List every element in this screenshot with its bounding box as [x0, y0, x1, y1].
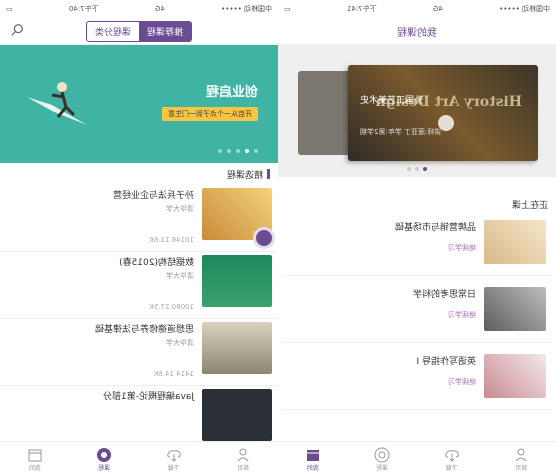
course-item[interactable]: 孙子兵法与企业经营 清华大学 10146 11.6K — [0, 185, 278, 252]
page-title: 我的课程 — [397, 27, 437, 39]
course-name: 品牌营销与市场基础 — [394, 223, 476, 233]
banner-pager — [218, 149, 258, 153]
tab-courses[interactable]: 课程 — [70, 442, 140, 476]
carrier: 中国移动 ••••• — [221, 5, 272, 13]
tab-categories[interactable]: 课程分类 — [87, 22, 139, 41]
featured-course-card[interactable]: History Art Design 外国工艺美术史 讲师:唐亚丁 学年:第2学… — [348, 65, 538, 161]
course-org: 清华大学 — [166, 339, 194, 347]
section-title: 精选课程 — [226, 170, 263, 181]
continue-link[interactable]: 继续学习 — [288, 377, 476, 387]
view-count: 14.6K — [153, 370, 174, 378]
runner-illustration — [27, 82, 87, 125]
book-title-cn: 外国工艺美术史 — [360, 96, 424, 106]
calendar-icon — [28, 449, 42, 461]
download-icon — [167, 449, 181, 462]
banner-title: 创业启程 — [205, 85, 258, 100]
course-name: 思想道德修养与法律基础 — [94, 325, 194, 335]
course-thumbnail — [202, 389, 272, 441]
time: 下午7:40 — [68, 5, 99, 13]
continue-link[interactable]: 继续学习 — [288, 243, 476, 253]
time: 下午7:41 — [346, 5, 377, 13]
course-thumbnail — [484, 354, 546, 398]
home-icon — [515, 448, 527, 461]
view-count: 11.6K — [149, 236, 170, 244]
tab-label: 我的 — [306, 464, 319, 472]
course-thumbnail — [484, 220, 546, 264]
continue-link[interactable]: 继续学习 — [288, 310, 476, 320]
bottom-tab-bar: 首页 下载 课程 我的 — [278, 441, 556, 476]
tab-label: 下载 — [445, 464, 458, 472]
course-name: Java编程概论-第1部分 — [103, 392, 194, 402]
tab-label: 首页 — [515, 464, 528, 472]
network: 4G — [432, 5, 443, 13]
learning-title: 正在上课 — [511, 200, 548, 211]
tab-download[interactable]: 下载 — [417, 442, 487, 476]
tab-label: 课程 — [98, 464, 111, 472]
learner-count: 10146 — [171, 236, 194, 244]
home-icon — [237, 448, 249, 461]
learner-count: 1414 — [176, 370, 194, 378]
book-meta: 讲师:唐亚丁 学年:第2学期 — [360, 128, 442, 136]
bottom-tab-bar: 首页 下载 课程 我的 — [0, 441, 278, 476]
courses-icon — [374, 447, 390, 462]
course-carousel[interactable]: History Art Design 外国工艺美术史 讲师:唐亚丁 学年:第2学… — [278, 45, 556, 177]
learner-count: 10080 — [171, 303, 194, 311]
top-nav: 推荐课程 课程分类 — [0, 18, 278, 45]
tab-label: 我的 — [28, 464, 41, 472]
banner-subtitle: 开启从一个点子到一门生意 — [162, 107, 258, 121]
carousel-pager — [278, 167, 556, 171]
course-thumbnail — [484, 287, 546, 331]
status-bar: 中国移动 ••••• 4G 下午7:40 ▭ — [0, 0, 278, 18]
course-org: 清华大学 — [166, 272, 194, 280]
course-name: 日常思考的科学 — [412, 290, 476, 300]
top-nav: 我的课程 — [278, 18, 556, 45]
learning-item[interactable]: 英语写作指导 I 继续学习 — [282, 351, 552, 410]
download-icon — [445, 449, 459, 462]
tab-label: 课程 — [376, 464, 389, 472]
tab-recommended[interactable]: 推荐课程 — [139, 21, 192, 41]
course-name: 英语写作指导 I — [416, 357, 476, 367]
battery-icon: ▭ — [6, 5, 13, 13]
course-item[interactable]: 思想道德修养与法律基础 清华大学 1414 14.6K — [0, 319, 278, 386]
learning-item[interactable]: 日常思考的科学 继续学习 — [282, 284, 552, 343]
course-org: 清华大学 — [166, 205, 194, 213]
tab-profile[interactable]: 我的 — [0, 442, 70, 476]
tab-home[interactable]: 首页 — [209, 442, 279, 476]
right-phone-screen: 中国移动 ••••• 4G 下午7:41 ▭ 我的课程 History Art … — [278, 0, 556, 476]
course-thumbnail — [202, 255, 272, 307]
left-phone-screen: 中国移动 ••••• 4G 下午7:40 ▭ 推荐课程 课程分类 创业启程 开启… — [0, 0, 278, 476]
course-thumbnail — [202, 322, 272, 374]
play-icon[interactable] — [438, 115, 454, 131]
network: 4G — [154, 5, 165, 13]
section-header: 精选课程 — [0, 163, 278, 185]
calendar-icon — [306, 449, 319, 461]
tab-label: 首页 — [237, 464, 250, 472]
course-item[interactable]: 数据结构(2015春) 清华大学 10080 27.5K — [0, 252, 278, 319]
status-bar: 中国移动 ••••• 4G 下午7:41 ▭ — [278, 0, 556, 18]
course-name: 孙子兵法与企业经营 — [112, 191, 194, 201]
courses-icon — [97, 447, 112, 462]
course-toggle: 推荐课程 课程分类 — [85, 20, 193, 42]
learning-item[interactable]: 品牌营销与市场基础 继续学习 — [282, 217, 552, 276]
carrier: 中国移动 ••••• — [499, 5, 550, 13]
tab-courses[interactable]: 课程 — [348, 442, 418, 476]
tab-profile[interactable]: 我的 — [278, 442, 348, 476]
course-name: 数据结构(2015春) — [119, 258, 194, 268]
battery-icon: ▭ — [284, 5, 291, 13]
view-count: 27.5K — [149, 303, 170, 311]
tab-home[interactable]: 首页 — [487, 442, 556, 476]
tab-label: 下载 — [167, 464, 180, 472]
promo-banner[interactable]: 创业启程 开启从一个点子到一门生意 — [0, 45, 278, 163]
search-icon[interactable] — [10, 23, 24, 37]
center-circle-icon[interactable] — [256, 230, 272, 246]
tab-download[interactable]: 下载 — [139, 442, 209, 476]
learning-header: 正在上课 — [278, 191, 556, 217]
